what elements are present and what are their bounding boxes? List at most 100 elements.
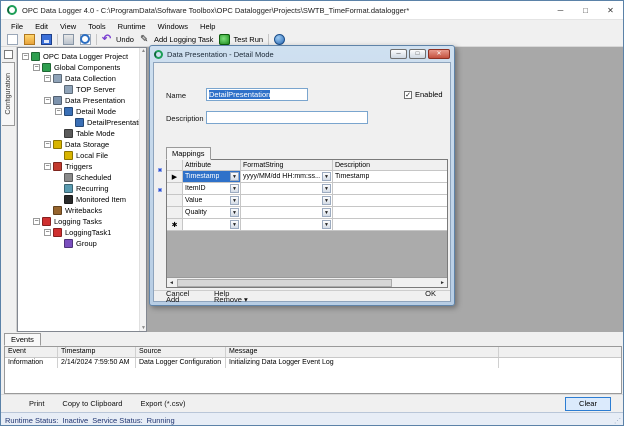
dialog-minimize-button[interactable]: ─: [390, 49, 407, 59]
tree-item-monitored-item[interactable]: Monitored Item: [20, 194, 144, 205]
tree-item-detail-mode[interactable]: − Detail Mode: [20, 106, 144, 117]
dropdown-arrow-icon[interactable]: ▼: [322, 220, 331, 229]
grid-cell-formatstring[interactable]: ▼: [241, 195, 333, 206]
menu-edit[interactable]: Edit: [29, 21, 54, 32]
events-column-source[interactable]: Source: [136, 347, 226, 357]
dialog-close-button[interactable]: ✕: [428, 49, 450, 59]
grid-horizontal-scrollbar[interactable]: ◄ ►: [167, 277, 447, 287]
collapse-icon[interactable]: −: [33, 218, 40, 225]
dropdown-arrow-icon[interactable]: ▼: [322, 208, 331, 217]
events-column-filler[interactable]: [499, 347, 621, 357]
add-logging-task-button[interactable]: ✎ Add Logging Task: [137, 34, 217, 46]
grid-row-selector[interactable]: [167, 183, 183, 194]
undo-button[interactable]: ↶ Undo: [99, 34, 137, 46]
dropdown-arrow-icon[interactable]: ▼: [230, 208, 239, 217]
enabled-checkbox[interactable]: ✓: [404, 90, 412, 99]
tree-item-logging-tasks[interactable]: − Logging Tasks: [20, 216, 144, 227]
tree-item-data-collection[interactable]: − Data Collection: [20, 73, 144, 84]
collapse-icon[interactable]: −: [44, 163, 51, 170]
help-button[interactable]: Help: [214, 289, 229, 298]
events-tab[interactable]: Events: [4, 333, 41, 346]
dropdown-arrow-icon[interactable]: ▼: [230, 220, 239, 229]
remove-dropdown-arrow-icon[interactable]: ▾: [244, 295, 248, 304]
ok-button[interactable]: OK: [425, 289, 436, 298]
grid-cell-description[interactable]: Timestamp: [333, 171, 447, 182]
description-field[interactable]: [206, 111, 368, 124]
test-run-button[interactable]: Test Run: [216, 34, 266, 46]
tree-item-top-server[interactable]: TOP Server: [20, 84, 144, 95]
grid-row-header[interactable]: [167, 160, 183, 170]
collapse-icon[interactable]: −: [22, 53, 29, 60]
grid-row-selector[interactable]: ▶: [167, 171, 183, 182]
mappings-tab[interactable]: Mappings: [166, 147, 211, 160]
tree-item-table-mode[interactable]: Table Mode: [20, 128, 144, 139]
close-button[interactable]: ✕: [598, 1, 623, 19]
tree-item-scheduled[interactable]: Scheduled: [20, 172, 144, 183]
tree-item-writebacks[interactable]: Writebacks: [20, 205, 144, 216]
tree-item-loggingtask1[interactable]: − LoggingTask1: [20, 227, 144, 238]
minimize-button[interactable]: ─: [548, 1, 573, 19]
event-row[interactable]: Information 2/14/2024 7:59:50 AM Data Logg…: [5, 358, 621, 368]
grid-cell-description[interactable]: [333, 183, 447, 194]
print-preview-button[interactable]: [77, 34, 94, 46]
dropdown-arrow-icon[interactable]: ▼: [322, 172, 331, 181]
grid-column-attribute[interactable]: Attribute: [183, 160, 241, 170]
tree-item-group[interactable]: Group: [20, 238, 144, 249]
tree-item-detailpresentation[interactable]: DetailPresentation: [20, 117, 146, 128]
scroll-left-arrow-icon[interactable]: ◄: [167, 279, 176, 287]
open-button[interactable]: [21, 34, 38, 46]
export-csv-button[interactable]: Export (*.csv): [140, 399, 185, 408]
grid-row-selector[interactable]: ✱: [167, 219, 183, 230]
tree-item-opc-data-logger-project[interactable]: − OPC Data Logger Project: [20, 51, 144, 62]
events-column-event[interactable]: Event: [5, 347, 58, 357]
grid-row[interactable]: Value ▼ ▼: [167, 195, 447, 207]
save-button[interactable]: [38, 34, 55, 46]
print-button[interactable]: [60, 34, 77, 46]
grid-row[interactable]: ItemID ▼ ▼: [167, 183, 447, 195]
grid-cell-formatstring[interactable]: ▼: [241, 207, 333, 218]
collapse-icon[interactable]: −: [44, 141, 51, 148]
panel-pin-icon[interactable]: [4, 50, 13, 59]
cancel-button[interactable]: Cancel: [166, 289, 189, 298]
new-button[interactable]: [4, 34, 21, 46]
grid-row[interactable]: ✱ ▼ ▼: [167, 219, 447, 231]
tree-vertical-scrollbar[interactable]: [139, 48, 146, 331]
grid-column-formatstring[interactable]: FormatString: [241, 160, 333, 170]
grid-cell-attribute[interactable]: ▼: [183, 219, 241, 230]
grid-row-selector[interactable]: [167, 207, 183, 218]
tree-item-data-storage[interactable]: − Data Storage: [20, 139, 144, 150]
resize-grip-icon[interactable]: ⋰: [614, 417, 621, 425]
grid-cell-attribute[interactable]: Quality ▼: [183, 207, 241, 218]
grid-cell-attribute[interactable]: ItemID ▼: [183, 183, 241, 194]
tree-item-global-components[interactable]: − Global Components: [20, 62, 144, 73]
tree-item-data-presentation[interactable]: − Data Presentation: [20, 95, 144, 106]
grid-cell-description[interactable]: [333, 207, 447, 218]
dialog-maximize-button[interactable]: □: [409, 49, 426, 59]
grid-column-description[interactable]: Description: [333, 160, 447, 170]
name-field[interactable]: DetailPresentation: [206, 88, 308, 101]
dropdown-arrow-icon[interactable]: ▼: [230, 184, 239, 193]
menu-tools[interactable]: Tools: [82, 21, 112, 32]
grid-cell-attribute[interactable]: Value ▼: [183, 195, 241, 206]
tree-item-recurring[interactable]: Recurring: [20, 183, 144, 194]
grid-cell-formatstring[interactable]: ▼: [241, 183, 333, 194]
enabled-checkbox-wrap[interactable]: ✓ Enabled: [404, 90, 443, 99]
grid-cell-formatstring[interactable]: ▼: [241, 219, 333, 230]
dropdown-arrow-icon[interactable]: ▼: [322, 184, 331, 193]
collapse-icon[interactable]: −: [33, 64, 40, 71]
dropdown-arrow-icon[interactable]: ▼: [230, 172, 239, 181]
grid-cell-description[interactable]: [333, 219, 447, 230]
collapse-icon[interactable]: −: [44, 229, 51, 236]
tree-item-triggers[interactable]: − Triggers: [20, 161, 144, 172]
collapse-icon[interactable]: −: [55, 108, 62, 115]
dialog-title-bar[interactable]: Data Presentation - Detail Mode ─ □ ✕: [150, 46, 454, 62]
clear-button[interactable]: Clear: [565, 397, 611, 411]
events-column-timestamp[interactable]: Timestamp: [58, 347, 136, 357]
events-column-message[interactable]: Message: [226, 347, 499, 357]
print-events-button[interactable]: Print: [29, 399, 44, 408]
web-help-button[interactable]: [271, 34, 288, 46]
collapse-icon[interactable]: −: [44, 75, 51, 82]
copy-to-clipboard-button[interactable]: Copy to Clipboard: [62, 399, 122, 408]
dropdown-arrow-icon[interactable]: ▼: [322, 196, 331, 205]
grid-cell-attribute[interactable]: Timestamp ▼: [183, 171, 241, 182]
